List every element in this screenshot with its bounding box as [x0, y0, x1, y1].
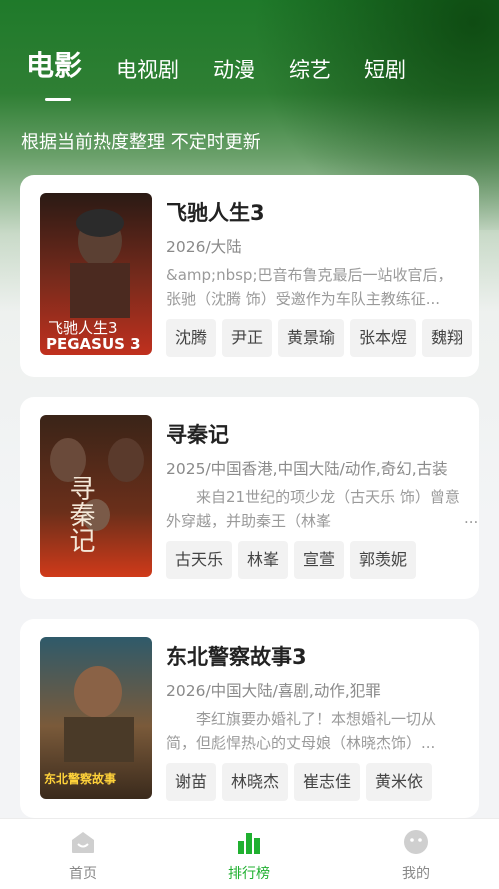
cast-tag[interactable]: 崔志佳: [294, 763, 361, 801]
nav-label: 首页: [69, 866, 97, 882]
cast-tag[interactable]: 黄米依: [366, 763, 433, 801]
poster-title: 寻秦记: [65, 475, 95, 553]
movie-title: 寻秦记: [166, 423, 229, 447]
category-tabs: 电影 电视剧 动漫 综艺 短剧: [26, 49, 499, 90]
cast-tag[interactable]: 沈腾: [166, 319, 217, 357]
movie-description: &amp;nbsp;巴音布鲁克最后一站收官后，张驰（沈腾 饰）受邀作为车队主教练…: [166, 266, 453, 308]
active-tab-indicator: [45, 98, 71, 101]
nav-ranking[interactable]: 排行榜: [199, 819, 299, 889]
movie-title: 东北警察故事3: [166, 645, 307, 669]
tab-variety[interactable]: 综艺: [289, 50, 331, 90]
cast-tag[interactable]: 林晓杰: [222, 763, 289, 801]
home-icon: [72, 832, 94, 853]
cast-tags: 谢苗 林晓杰 崔志佳 黄米依: [166, 763, 438, 803]
movie-description-text: 来自21世纪的项少龙（古天乐 饰）曾意外穿越，并助秦王（林峯: [166, 488, 460, 530]
cast-tag[interactable]: 魏翔: [422, 319, 473, 357]
movie-poster: 东北警察故事: [40, 637, 152, 799]
movie-description: 李红旗要办婚礼了！本想婚礼一切从简，但彪悍热心的丈母娘（林晓杰饰）...: [166, 710, 437, 752]
description-more: ...: [464, 509, 479, 527]
tab-movie[interactable]: 电影: [26, 46, 82, 86]
cast-tag[interactable]: 宣萱: [294, 541, 345, 579]
profile-icon: [404, 830, 428, 854]
movie-card[interactable]: 东北警察故事 东北警察故事3 2026/中国大陆/喜剧,动作,犯罪 李红旗要办婚…: [20, 619, 479, 818]
ranking-icon: [238, 833, 260, 854]
cast-tag[interactable]: 张本煜: [350, 319, 417, 357]
movie-card[interactable]: 寻秦记 寻秦记 2025/中国香港,中国大陆/动作,奇幻,古装 来自21世纪的项…: [20, 397, 479, 599]
bottom-navigation: 首页 排行榜 我的: [0, 818, 499, 889]
cast-tag[interactable]: 郭羡妮: [350, 541, 417, 579]
movie-card[interactable]: 飞驰人生3 PEGASUS 3 飞驰人生3 2026/大陆 &amp;nbsp;…: [20, 175, 479, 377]
tab-tv[interactable]: 电视剧: [116, 50, 179, 90]
nav-home[interactable]: 首页: [33, 819, 133, 889]
nav-label: 我的: [402, 866, 430, 882]
cast-tag[interactable]: 林峯: [238, 541, 289, 579]
nav-profile[interactable]: 我的: [366, 819, 466, 889]
movie-meta: 2026/大陆: [166, 238, 242, 256]
tab-anime[interactable]: 动漫: [213, 50, 255, 90]
movie-meta: 2025/中国香港,中国大陆/动作,奇幻,古装: [166, 460, 448, 478]
cast-tags: 沈腾 尹正 黄景瑜 张本煜 魏翔: [166, 319, 478, 359]
movie-poster: 寻秦记: [40, 415, 152, 577]
poster-title: 东北警察故事: [44, 771, 116, 786]
page-subtitle: 根据当前热度整理 不定时更新: [21, 132, 261, 153]
cast-tag[interactable]: 古天乐: [166, 541, 233, 579]
cast-tags: 古天乐 林峯 宣萱 郭羡妮: [166, 541, 422, 581]
tab-short[interactable]: 短剧: [364, 50, 406, 90]
movie-poster: 飞驰人生3 PEGASUS 3: [40, 193, 152, 355]
movie-meta: 2026/中国大陆/喜剧,动作,犯罪: [166, 682, 381, 700]
movie-description: 来自21世纪的项少龙（古天乐 饰）曾意外穿越，并助秦王（林峯: [166, 485, 461, 533]
cast-tag[interactable]: 黄景瑜: [278, 319, 345, 357]
poster-subtitle: PEGASUS 3: [46, 335, 141, 353]
cast-tag[interactable]: 谢苗: [166, 763, 217, 801]
nav-label: 排行榜: [228, 866, 270, 882]
cast-tag[interactable]: 尹正: [222, 319, 273, 357]
movie-title: 飞驰人生3: [166, 201, 265, 225]
